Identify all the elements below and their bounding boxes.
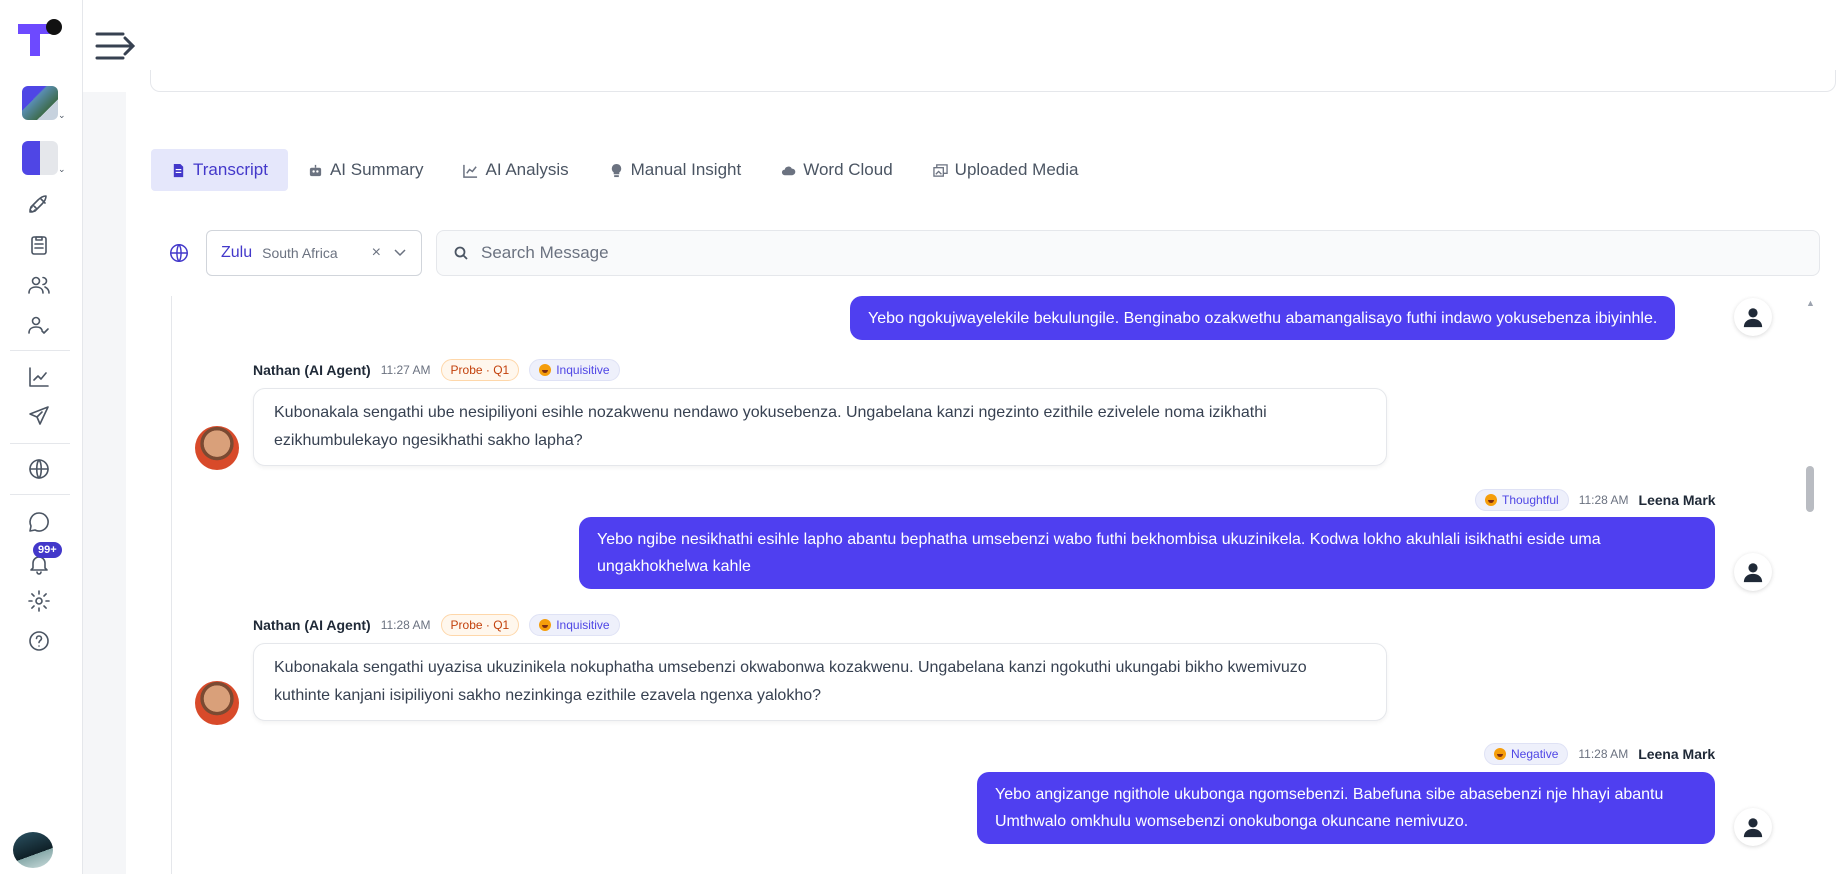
line-chart-icon[interactable] [24, 362, 54, 392]
menu-toggle-icon[interactable] [93, 28, 137, 64]
send-icon[interactable] [24, 401, 54, 431]
lightbulb-icon [611, 163, 621, 177]
document-icon [173, 163, 184, 177]
person-icon [1743, 818, 1763, 838]
message-meta: Negative 11:28 AM Leena Mark [1484, 743, 1715, 765]
probe-badge: Probe · Q1 [440, 359, 520, 381]
agent-message-bubble: Kubonakala sengathi ube nesipiliyoni esi… [253, 388, 1387, 466]
message-text: Yebo ngokujwayelekile bekulungile. Bengi… [868, 310, 1658, 327]
emoji-icon [1494, 748, 1506, 760]
tab-ai-analysis[interactable]: AI Analysis [443, 149, 588, 191]
sentiment-label: Thoughtful [1502, 493, 1559, 507]
user-check-icon[interactable] [24, 310, 54, 340]
message-text: Kubonakala sengathi ube nesipiliyoni esi… [274, 404, 1267, 449]
tab-label: AI Analysis [485, 160, 569, 179]
emoji-icon [539, 619, 552, 631]
emoji-icon [1485, 494, 1497, 506]
person-icon [1743, 308, 1763, 328]
sender-name: Nathan (AI Agent) [253, 362, 371, 378]
sentiment-badge: Inquisitive [529, 614, 620, 636]
project-thumbnail[interactable] [22, 141, 58, 175]
user-message-bubble: Yebo ngokujwayelekile bekulungile. Bengi… [850, 296, 1676, 340]
scrollbar-thumb[interactable] [1806, 466, 1814, 512]
chevron-down-icon[interactable]: ⌄ [58, 164, 66, 175]
user-avatar [1734, 298, 1772, 336]
tab-ai-summary[interactable]: AI Summary [288, 149, 444, 191]
chevron-down-icon[interactable]: ⌄ [58, 110, 66, 121]
message-time: 11:28 AM [380, 618, 431, 632]
tab-label: Word Cloud [803, 160, 893, 179]
message-text: Yebo ngibe nesikhathi esihle lapho abant… [597, 531, 1601, 575]
rocket-icon[interactable] [24, 190, 54, 220]
message-time: 11:28 AM [1578, 493, 1629, 507]
tab-label: Manual Insight [630, 160, 742, 179]
message-time: 11:27 AM [380, 363, 431, 377]
sender-name: Leena Mark [1638, 492, 1716, 508]
workspace-thumbnail[interactable] [22, 86, 58, 120]
app-logo[interactable] [18, 18, 64, 56]
sender-name: Leena Mark [1638, 746, 1716, 762]
header-card [150, 70, 1836, 92]
sentiment-label: Negative [1511, 747, 1559, 761]
agent-message-bubble: Kubonakala sengathi uyazisa ukuzinikela … [253, 643, 1387, 721]
sentiment-badge: Negative [1484, 743, 1569, 765]
users-icon[interactable] [24, 270, 54, 300]
language-name: Zulu [221, 244, 253, 261]
tab-label: Uploaded Media [954, 160, 1079, 179]
sentiment-badge: Inquisitive [529, 359, 620, 381]
tab-transcript[interactable]: Transcript [151, 149, 288, 191]
globe-icon[interactable] [168, 242, 190, 264]
language-region: South Africa [262, 245, 338, 261]
scroll-up-arrow-icon[interactable]: ▲ [1806, 298, 1815, 308]
probe-badge: Probe · Q1 [440, 614, 520, 636]
search-box[interactable] [436, 230, 1820, 276]
search-icon [454, 246, 468, 260]
chevron-down-icon[interactable] [393, 245, 407, 259]
notification-badge: 99+ [33, 542, 62, 558]
robot-icon [309, 164, 322, 176]
sentiment-badge: Thoughtful [1475, 489, 1569, 511]
message-meta: Nathan (AI Agent) 11:27 AM Probe · Q1 In… [253, 359, 620, 381]
search-input[interactable] [481, 243, 1781, 263]
sidebar: ⌄ ⌄ 99+ [0, 0, 83, 874]
message-time: 11:28 AM [1578, 747, 1629, 761]
sentiment-label: Inquisitive [556, 363, 610, 377]
message-text: Yebo angizange ngithole ukubonga ngomseb… [995, 786, 1664, 830]
clipboard-icon[interactable] [24, 230, 54, 260]
transcript-list: Yebo ngokujwayelekile bekulungile. Bengi… [171, 296, 1822, 874]
tab-label: AI Summary [329, 160, 424, 179]
tab-uploaded-media[interactable]: Uploaded Media [913, 149, 1099, 191]
chat-icon[interactable] [24, 507, 54, 537]
user-avatar[interactable] [13, 832, 53, 868]
user-message-bubble: Yebo angizange ngithole ukubonga ngomseb… [977, 772, 1715, 844]
gear-icon[interactable] [24, 586, 54, 616]
agent-avatar [195, 426, 239, 470]
tab-bar: Transcript AI Summary AI Analysis Manual… [151, 149, 1098, 191]
clear-icon[interactable]: × [372, 244, 381, 262]
person-icon [1743, 563, 1763, 583]
message-meta: Thoughtful 11:28 AM Leena Mark [1475, 489, 1716, 511]
user-avatar [1734, 553, 1772, 591]
tab-word-cloud[interactable]: Word Cloud [761, 149, 912, 191]
message-meta: Nathan (AI Agent) 11:28 AM Probe · Q1 In… [253, 614, 620, 636]
language-select[interactable]: Zulu South Africa × [206, 230, 422, 276]
tab-label: Transcript [193, 160, 268, 179]
user-message-bubble: Yebo ngibe nesikhathi esihle lapho abant… [579, 517, 1715, 589]
cloud-icon [782, 166, 796, 175]
sender-name: Nathan (AI Agent) [253, 617, 371, 633]
emoji-icon [539, 364, 552, 376]
chart-icon [463, 164, 478, 178]
globe-icon[interactable] [24, 454, 54, 484]
media-icon [932, 163, 948, 177]
sentiment-label: Inquisitive [556, 618, 610, 632]
tab-manual-insight[interactable]: Manual Insight [589, 149, 762, 191]
user-avatar [1734, 808, 1772, 846]
agent-avatar [195, 681, 239, 725]
message-text: Kubonakala sengathi uyazisa ukuzinikela … [274, 659, 1307, 704]
help-icon[interactable] [24, 626, 54, 656]
